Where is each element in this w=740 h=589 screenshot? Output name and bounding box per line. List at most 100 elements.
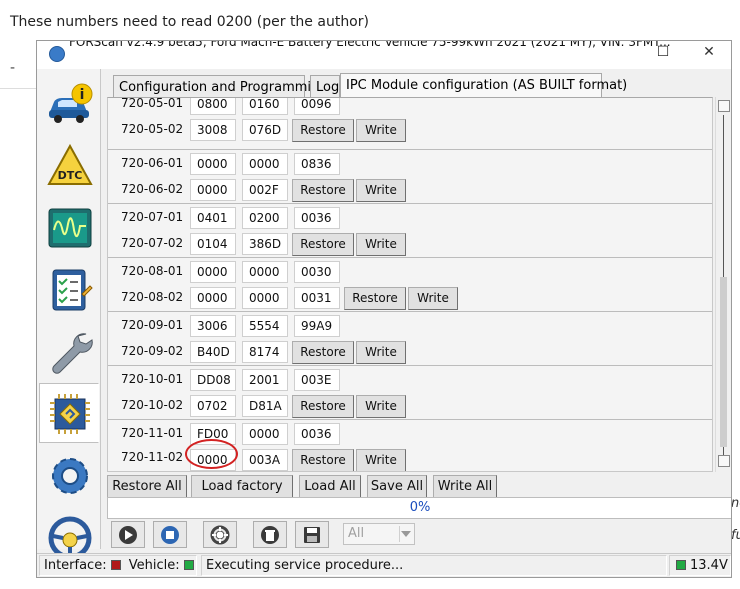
- value-cell[interactable]: D81A: [242, 395, 288, 417]
- stop-button[interactable]: [153, 521, 187, 548]
- value-cell[interactable]: B40D: [190, 341, 236, 363]
- forscan-window: FORScan v2.4.9 beta5, Ford Mach-E Batter…: [36, 40, 732, 578]
- config-block: 720-08-01 0000 0000 0030 720-08-02 0000 …: [108, 259, 712, 312]
- load-factory-ab-button[interactable]: Load factory AB: [191, 475, 293, 515]
- checklist-icon: [52, 269, 93, 311]
- address-label: 720-09-01: [121, 318, 184, 332]
- sidebar-item-dtc[interactable]: DTC: [39, 135, 99, 195]
- sidebar-item-oscilloscope[interactable]: [39, 197, 99, 257]
- value-cell[interactable]: 0160: [242, 98, 288, 115]
- sidebar-item-vehicle-info[interactable]: i: [39, 73, 99, 133]
- value-cell[interactable]: 0200: [242, 207, 288, 229]
- value-cell[interactable]: 0000: [190, 153, 236, 175]
- save-all-button[interactable]: Save All: [367, 475, 427, 498]
- write-button[interactable]: Write: [408, 287, 458, 310]
- window-title: FORScan v2.4.9 beta5, Ford Mach-E Batter…: [69, 40, 671, 49]
- value-cell[interactable]: 2001: [242, 369, 288, 391]
- checksum-cell[interactable]: 0036: [294, 423, 340, 445]
- run-button[interactable]: [111, 521, 145, 548]
- title-bar: FORScan v2.4.9 beta5, Ford Mach-E Batter…: [37, 41, 731, 69]
- restore-button[interactable]: Restore: [344, 287, 406, 310]
- chip-icon: [50, 394, 90, 434]
- interface-status-icon: [110, 560, 121, 570]
- config-block: 720-05-01 0800 0160 0096 720-05-02 3008 …: [108, 97, 712, 150]
- value-cell[interactable]: 002F: [242, 179, 288, 201]
- value-cell[interactable]: 3006: [190, 315, 236, 337]
- tab-configuration-and-programming[interactable]: Configuration and Programming: [113, 75, 328, 99]
- value-cell[interactable]: 0702: [190, 395, 236, 417]
- value-cell[interactable]: 0000: [242, 153, 288, 175]
- scroll-down-icon[interactable]: [718, 455, 730, 467]
- value-cell[interactable]: 0401: [190, 207, 236, 229]
- value-cell[interactable]: 0000: [242, 423, 288, 445]
- restore-button[interactable]: Restore: [292, 119, 354, 142]
- svg-text:DTC: DTC: [58, 169, 83, 182]
- sidebar-item-settings[interactable]: [39, 445, 99, 505]
- vertical-scrollbar[interactable]: [715, 97, 731, 472]
- write-button[interactable]: Write: [356, 179, 406, 202]
- write-button[interactable]: Write: [356, 395, 406, 418]
- address-label: 720-06-01: [121, 156, 184, 170]
- address-label: 720-10-02: [121, 398, 184, 412]
- load-all-button[interactable]: Load All: [299, 475, 361, 498]
- checksum-cell[interactable]: 003E: [294, 369, 340, 391]
- checksum-cell[interactable]: 99A9: [294, 315, 340, 337]
- restore-button[interactable]: Restore: [292, 395, 354, 418]
- restore-button[interactable]: Restore: [292, 449, 354, 471]
- tab-log[interactable]: Log: [310, 75, 340, 99]
- gear-icon: [52, 458, 88, 494]
- sidebar-item-configuration[interactable]: [39, 383, 99, 443]
- address-label: 720-06-02: [121, 182, 184, 196]
- value-cell[interactable]: 3008: [190, 119, 236, 141]
- write-button[interactable]: Write: [356, 119, 406, 142]
- write-button[interactable]: Write: [356, 449, 406, 471]
- scroll-thumb[interactable]: [720, 277, 727, 447]
- sidebar-item-service[interactable]: [39, 321, 99, 381]
- address-label: 720-08-01: [121, 264, 184, 278]
- dropdown-separator: [399, 526, 400, 542]
- value-cell[interactable]: 8174: [242, 341, 288, 363]
- close-button[interactable]: ✕: [695, 41, 723, 65]
- checksum-cell[interactable]: 0031: [294, 287, 340, 309]
- vehicle-status-icon: [183, 560, 194, 570]
- tab-ipc-module-configuration[interactable]: IPC Module configuration (AS BUILT forma…: [340, 73, 627, 98]
- value-cell[interactable]: DD08: [190, 369, 236, 391]
- restore-all-button[interactable]: Restore All: [107, 475, 187, 498]
- restore-button[interactable]: Restore: [292, 233, 354, 256]
- checksum-cell[interactable]: 0036: [294, 207, 340, 229]
- save-button[interactable]: [295, 521, 329, 548]
- checksum-cell[interactable]: 0836: [294, 153, 340, 175]
- write-button[interactable]: Write: [356, 233, 406, 256]
- app-logo-icon: [49, 46, 65, 62]
- value-cell[interactable]: 003A: [242, 449, 288, 471]
- checksum-cell[interactable]: 0030: [294, 261, 340, 283]
- maximize-button[interactable]: ☐: [649, 41, 677, 65]
- filter-dropdown[interactable]: All: [343, 523, 415, 545]
- value-cell[interactable]: 386D: [242, 233, 288, 255]
- restore-button[interactable]: Restore: [292, 179, 354, 202]
- sidebar-item-tests[interactable]: [39, 259, 99, 319]
- value-cell[interactable]: 076D: [242, 119, 288, 141]
- address-label: 720-05-01: [121, 97, 184, 110]
- help-button[interactable]: [203, 521, 237, 548]
- clear-button[interactable]: [253, 521, 287, 548]
- config-block: 720-06-01 0000 0000 0836 720-06-02 0000 …: [108, 151, 712, 204]
- value-cell[interactable]: 0000: [242, 261, 288, 283]
- value-cell[interactable]: 0000: [190, 287, 236, 309]
- value-cell[interactable]: 0104: [190, 233, 236, 255]
- write-button[interactable]: Write: [356, 341, 406, 364]
- checksum-cell[interactable]: 0096: [294, 98, 340, 115]
- lifebuoy-icon: [210, 525, 230, 545]
- value-cell[interactable]: 0000: [190, 179, 236, 201]
- value-cell[interactable]: 5554: [242, 315, 288, 337]
- wrench-icon: [52, 333, 93, 374]
- value-cell[interactable]: 0800: [190, 98, 236, 115]
- oscilloscope-icon: [48, 208, 92, 248]
- write-all-button[interactable]: Write All: [433, 475, 497, 498]
- value-cell[interactable]: 0000: [190, 261, 236, 283]
- scroll-up-icon[interactable]: [718, 100, 730, 112]
- address-label: 720-08-02: [121, 290, 184, 304]
- value-cell[interactable]: 0000: [242, 287, 288, 309]
- status-message: Executing service procedure...: [201, 555, 667, 576]
- restore-button[interactable]: Restore: [292, 341, 354, 364]
